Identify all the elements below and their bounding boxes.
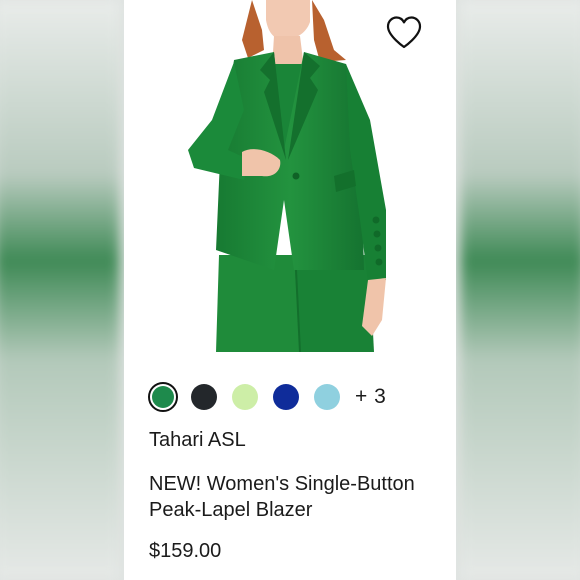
product-image[interactable] (124, 0, 456, 352)
background-blur-right (460, 0, 580, 580)
color-swatches: + 3 (148, 382, 386, 412)
wishlist-heart-icon[interactable] (384, 14, 424, 52)
swatch-color-3[interactable] (232, 384, 258, 410)
product-brand[interactable]: Tahari ASL (149, 429, 246, 452)
background-blur-left (0, 0, 120, 580)
product-card[interactable]: + 3 Tahari ASL NEW! Women's Single-Butto… (124, 0, 456, 580)
swatch-color-5[interactable] (314, 384, 340, 410)
swatch-color-2[interactable] (191, 384, 217, 410)
swatch-color-1[interactable] (148, 382, 178, 412)
model-in-blazer-illustration (188, 0, 386, 352)
product-title[interactable]: NEW! Women's Single-Button Peak-Lapel Bl… (149, 471, 439, 523)
swatch-color-4[interactable] (273, 384, 299, 410)
product-price: $159.00 (149, 540, 222, 562)
more-colors-link[interactable]: + 3 (355, 385, 386, 409)
